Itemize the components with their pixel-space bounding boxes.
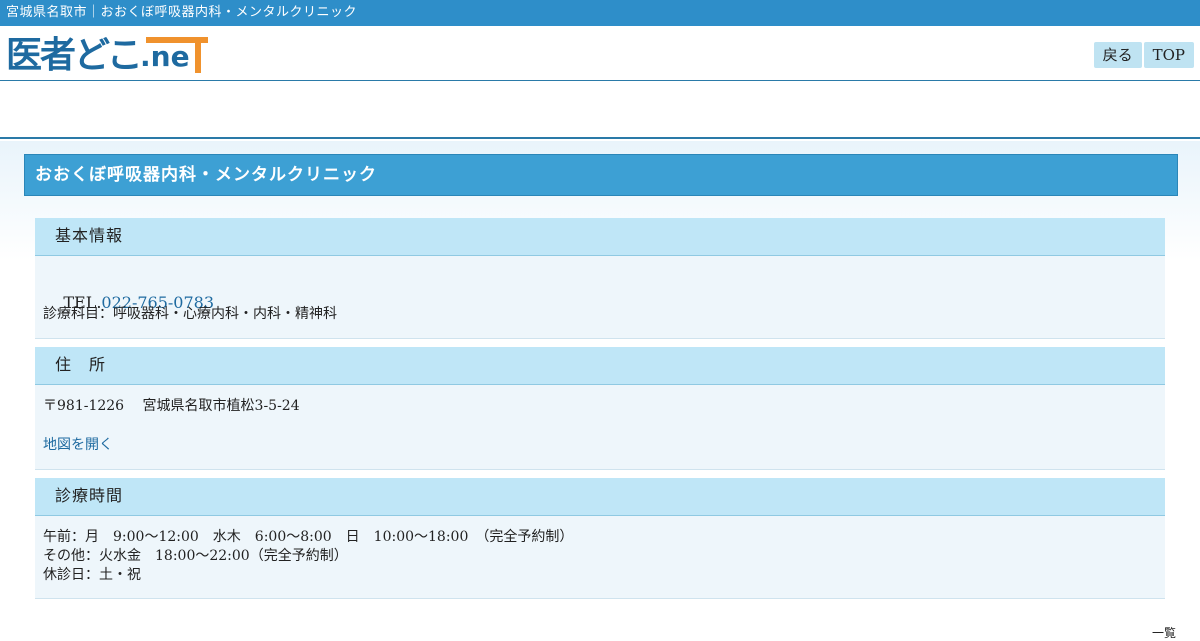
list-link[interactable]: 一覧 bbox=[1152, 624, 1176, 641]
header: 医者どこ .ne 戻る TOP bbox=[0, 26, 1200, 81]
hours-line-other: その他：火水金 18:00〜22:00（完全予約制） bbox=[43, 548, 348, 564]
basic-info-heading: 基本情報 bbox=[35, 218, 1165, 256]
site-logo[interactable]: 医者どこ .ne bbox=[6, 34, 210, 78]
back-button[interactable]: 戻る bbox=[1093, 42, 1142, 68]
top-button[interactable]: TOP bbox=[1143, 42, 1194, 68]
address-heading: 住 所 bbox=[35, 347, 1165, 385]
site-topbar: 宮城県名取市｜おおくぼ呼吸器内科・メンタルクリニック bbox=[0, 0, 1200, 26]
hours-line-closed: 休診日：土・祝 bbox=[43, 567, 141, 583]
hours-body: 午前：月 9:00〜12:00 水木 6:00〜8:00 日 10:00〜18:… bbox=[35, 516, 1165, 599]
departments-text: 診療科目：呼吸器科・心療内科・内科・精神科 bbox=[43, 306, 337, 322]
hours-heading: 診療時間 bbox=[35, 478, 1165, 516]
logo-net-text: .ne bbox=[140, 40, 190, 73]
map-link[interactable]: 地図を開く bbox=[43, 434, 113, 454]
header-nav: 戻る TOP bbox=[1093, 42, 1194, 68]
address-text: 〒981-1226 宮城県名取市植松3-5-24 bbox=[43, 398, 300, 414]
basic-info-body: TEL.022-765-0783 診療科目：呼吸器科・心療内科・内科・精神科 bbox=[35, 256, 1165, 339]
hours-line-am: 午前：月 9:00〜12:00 水木 6:00〜8:00 日 10:00〜18:… bbox=[43, 529, 574, 545]
logo-text: 医者どこ bbox=[6, 35, 143, 76]
clinic-title: おおくぼ呼吸器内科・メンタルクリニック bbox=[24, 154, 1178, 196]
topbar-text: 宮城県名取市｜おおくぼ呼吸器内科・メンタルクリニック bbox=[6, 5, 358, 20]
logo-accent-stem bbox=[195, 37, 201, 73]
address-body: 〒981-1226 宮城県名取市植松3-5-24 地図を開く bbox=[35, 385, 1165, 470]
ad-band bbox=[0, 81, 1200, 139]
